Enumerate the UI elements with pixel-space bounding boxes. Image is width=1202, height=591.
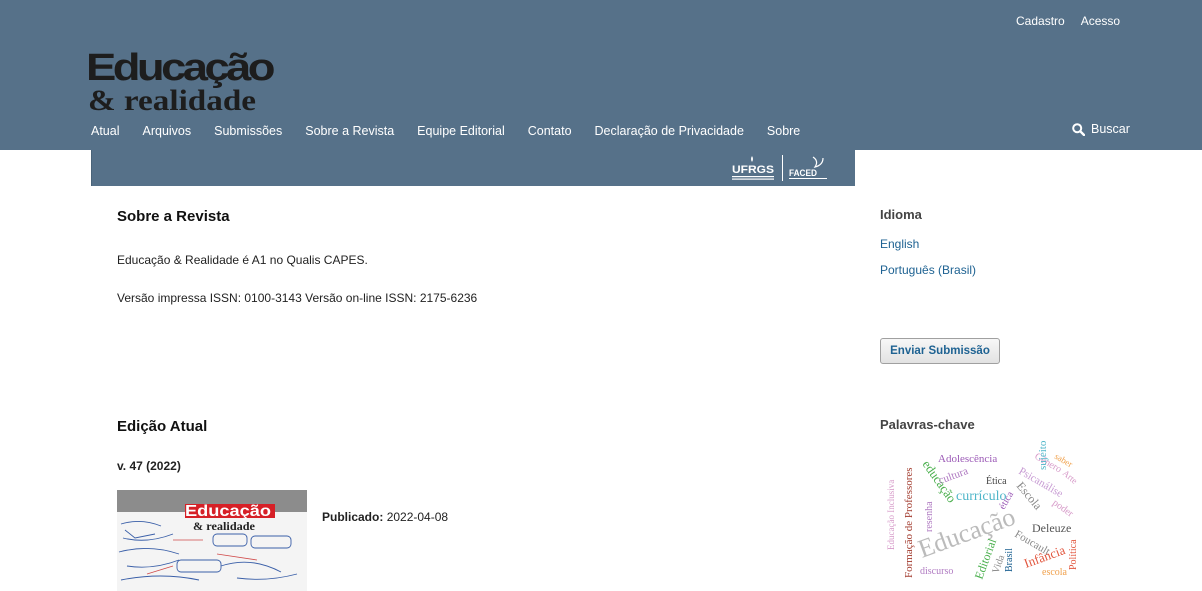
faced-logo-text: FACED <box>789 168 817 178</box>
logo-line1: Educação <box>86 47 274 89</box>
keyword-poder[interactable]: poder <box>1050 497 1076 519</box>
keyword-educacao-inclusiva[interactable]: Educação Inclusiva <box>886 480 896 550</box>
current-issue-title: Edição Atual <box>117 418 208 435</box>
issue-published: Publicado: 2022-04-08 <box>322 510 448 524</box>
search-icon <box>1072 122 1085 136</box>
keywords-title: Palavras-chave <box>880 417 975 432</box>
nav-editorial-team[interactable]: Equipe Editorial <box>417 124 505 138</box>
nav-privacy[interactable]: Declaração de Privacidade <box>595 124 744 138</box>
nav-contact[interactable]: Contato <box>528 124 572 138</box>
keyword-formacao-professores[interactable]: Formação de Professores <box>903 467 915 578</box>
about-issn: Versão impressa ISSN: 0100-3143 Versão o… <box>117 291 478 305</box>
main-nav: Atual Arquivos Submissões Sobre a Revist… <box>91 124 800 138</box>
search-link[interactable]: Buscar <box>1072 122 1130 136</box>
keyword-resenha[interactable]: resenha <box>924 501 935 532</box>
logo-line2: & realidade <box>88 84 256 114</box>
nav-archives[interactable]: Arquivos <box>143 124 192 138</box>
user-nav: Cadastro Acesso <box>1016 14 1120 28</box>
faced-logo: FACED <box>789 156 827 179</box>
lang-portuguese-link[interactable]: Português (Brasil) <box>880 263 976 277</box>
logo-divider <box>782 155 783 181</box>
keyword-etica-upper[interactable]: Ética <box>986 475 1007 487</box>
journal-logo[interactable]: Educação & realidade <box>86 34 286 114</box>
institution-logos: UFRGS FACED <box>730 154 829 182</box>
issue-volume[interactable]: v. 47 (2022) <box>117 459 181 473</box>
site-header: Cadastro Acesso Educação & realidade Atu… <box>0 0 1202 150</box>
published-label: Publicado: <box>322 510 384 524</box>
keyword-arte[interactable]: Arte <box>1061 468 1080 486</box>
login-link[interactable]: Acesso <box>1081 14 1120 28</box>
nav-about[interactable]: Sobre <box>767 124 800 138</box>
search-label: Buscar <box>1091 122 1130 136</box>
keyword-adolescencia[interactable]: Adolescência <box>938 453 997 465</box>
submit-manuscript-button[interactable]: Enviar Submissão <box>880 338 1000 364</box>
nav-submissions[interactable]: Submissões <box>214 124 282 138</box>
ufrgs-logo: UFRGS <box>732 156 774 180</box>
nav-current[interactable]: Atual <box>91 124 120 138</box>
cover-logo-line2: & realidade <box>193 519 256 533</box>
register-link[interactable]: Cadastro <box>1016 14 1065 28</box>
cover-art: Educação & realidade <box>117 490 307 591</box>
lang-english-link[interactable]: English <box>880 237 919 251</box>
published-date: 2022-04-08 <box>386 510 449 524</box>
about-qualis: Educação & Realidade é A1 no Qualis CAPE… <box>117 253 368 267</box>
cover-logo-line1: Educação <box>185 503 271 520</box>
keyword-deleuze[interactable]: Deleuze <box>1032 521 1071 535</box>
about-title: Sobre a Revista <box>117 208 230 225</box>
language-title: Idioma <box>880 207 922 222</box>
keyword-politica[interactable]: Política <box>1068 539 1079 570</box>
keyword-sujeito[interactable]: sujeito <box>1037 440 1049 470</box>
keyword-discurso[interactable]: discurso <box>920 566 953 577</box>
nav-about-journal[interactable]: Sobre a Revista <box>305 124 394 138</box>
issue-cover-image[interactable]: Educação & realidade <box>117 490 307 591</box>
keyword-escola-lower[interactable]: escola <box>1042 567 1068 578</box>
institution-banner: UFRGS FACED <box>91 150 855 186</box>
keyword-cloud: Gênero sujeito saber Adolescência Psican… <box>886 440 1080 581</box>
ufrgs-logo-text: UFRGS <box>732 164 774 176</box>
